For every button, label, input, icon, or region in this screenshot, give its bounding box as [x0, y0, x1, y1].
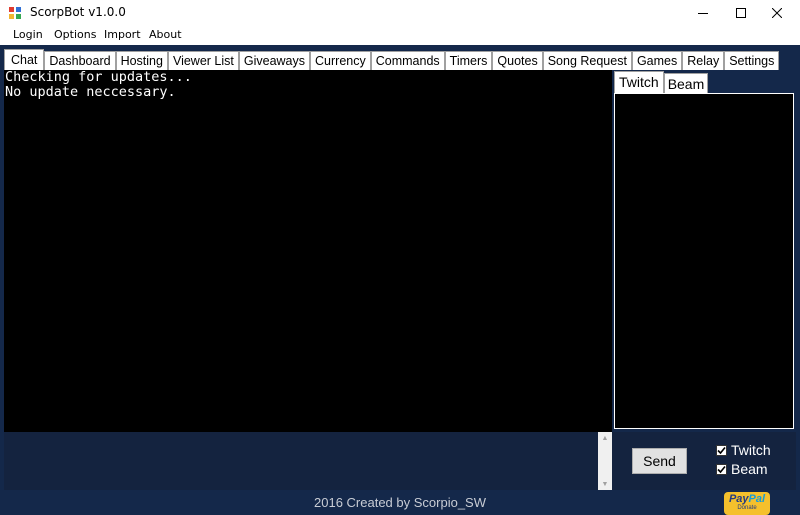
window-title: ScorpBot v1.0.0 — [30, 5, 126, 19]
tab-song-request[interactable]: Song Request — [542, 51, 632, 70]
twitch-checkbox-label: Twitch — [731, 442, 771, 458]
title-bar[interactable]: ScorpBot v1.0.0 — [0, 0, 800, 26]
scroll-up-arrow-icon[interactable]: ▲ — [598, 432, 612, 444]
app-icon — [8, 6, 22, 20]
checkmark-icon — [717, 446, 726, 454]
menu-bar: Login Options Import About — [0, 26, 800, 45]
tab-twitch[interactable]: Twitch — [614, 71, 664, 93]
tab-timers[interactable]: Timers — [444, 51, 493, 70]
tab-chat[interactable]: Chat — [4, 49, 45, 70]
tab-viewer-list[interactable]: Viewer List — [167, 51, 239, 70]
beam-checkbox-row[interactable]: Beam — [716, 461, 768, 477]
chat-message-input[interactable] — [4, 432, 598, 490]
menu-login[interactable]: Login — [13, 28, 43, 41]
chat-input-scrollbar[interactable]: ▲ ▼ — [598, 432, 612, 490]
tab-relay[interactable]: Relay — [682, 51, 725, 70]
chat-line: No update neccessary. — [5, 84, 176, 100]
menu-import[interactable]: Import — [104, 28, 141, 41]
tab-beam[interactable]: Beam — [663, 73, 709, 93]
chat-log[interactable]: Checking for updates... No update necces… — [4, 70, 612, 432]
beam-checkbox[interactable] — [716, 463, 727, 475]
beam-checkbox-label: Beam — [731, 461, 768, 477]
tab-settings[interactable]: Settings — [724, 51, 780, 70]
tab-commands[interactable]: Commands — [370, 51, 445, 70]
app-window: ScorpBot v1.0.0 Login Options Import Abo… — [0, 0, 800, 515]
tab-quotes[interactable]: Quotes — [492, 51, 543, 70]
send-button[interactable]: Send — [632, 448, 687, 474]
main-tab-strip: Chat Dashboard Hosting Viewer List Givea… — [4, 49, 780, 70]
platform-viewer-list[interactable] — [614, 93, 794, 429]
menu-about[interactable]: About — [149, 28, 182, 41]
tab-currency[interactable]: Currency — [310, 51, 371, 70]
footer-bar: 2016 Created by Scorpio_SW — [0, 490, 800, 515]
chat-line: Checking for updates... — [5, 69, 192, 85]
tab-giveaways[interactable]: Giveaways — [238, 51, 311, 70]
tab-dashboard[interactable]: Dashboard — [44, 51, 116, 70]
platform-tab-strip: Twitch Beam — [614, 71, 709, 93]
close-icon — [772, 8, 782, 18]
twitch-checkbox[interactable] — [716, 444, 727, 456]
minimize-icon — [698, 13, 708, 14]
tab-games[interactable]: Games — [631, 51, 683, 70]
maximize-icon — [736, 8, 746, 18]
paypal-donate-label: Donate — [737, 505, 757, 511]
twitch-checkbox-row[interactable]: Twitch — [716, 442, 771, 458]
close-button[interactable] — [754, 0, 800, 26]
tab-hosting[interactable]: Hosting — [115, 51, 168, 70]
menu-options[interactable]: Options — [54, 28, 96, 41]
paypal-logo-icon: PayPal — [728, 493, 766, 505]
scroll-down-arrow-icon[interactable]: ▼ — [598, 478, 612, 490]
footer-credit: 2016 Created by Scorpio_SW — [314, 495, 486, 510]
checkmark-icon — [717, 465, 726, 473]
paypal-donate-button[interactable]: PayPal Donate — [724, 492, 770, 515]
